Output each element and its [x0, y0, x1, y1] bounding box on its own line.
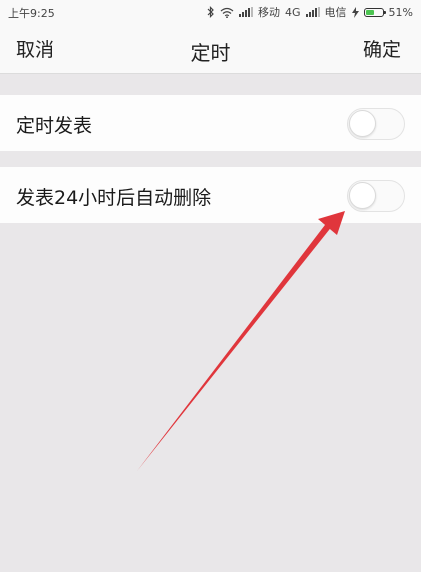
setting-label: 定时发表 — [16, 115, 93, 137]
status-bar: 上午9:25 移动 4G 电信 51% — [0, 0, 421, 24]
nav-bar: 取消 定时 确定 — [0, 24, 421, 74]
carrier-label-1: 移动 — [258, 6, 281, 19]
battery-percent: 51% — [388, 5, 413, 19]
bluetooth-icon — [207, 6, 215, 18]
auto-delete-toggle[interactable] — [347, 180, 405, 212]
status-time: 上午9:25 — [8, 7, 55, 20]
setting-row-scheduled-post: 定时发表 — [0, 95, 421, 151]
charging-icon — [351, 6, 359, 18]
battery-icon — [363, 7, 386, 17]
status-indicators: 移动 4G 电信 51% — [207, 4, 413, 20]
annotation-arrow — [137, 211, 345, 471]
scheduled-post-toggle[interactable] — [347, 108, 405, 140]
setting-row-auto-delete: 发表24小时后自动删除 — [0, 167, 421, 223]
signal-icon — [305, 7, 320, 17]
signal-icon — [239, 7, 254, 17]
toggle-knob — [349, 182, 376, 209]
confirm-button[interactable]: 确定 — [363, 35, 401, 62]
network-type: 4G — [285, 5, 301, 19]
setting-label: 发表24小时后自动删除 — [16, 187, 212, 209]
page-title: 定时 — [190, 41, 231, 65]
wifi-icon — [220, 7, 234, 18]
carrier-label-2: 电信 — [324, 6, 347, 19]
toggle-knob — [349, 110, 376, 137]
